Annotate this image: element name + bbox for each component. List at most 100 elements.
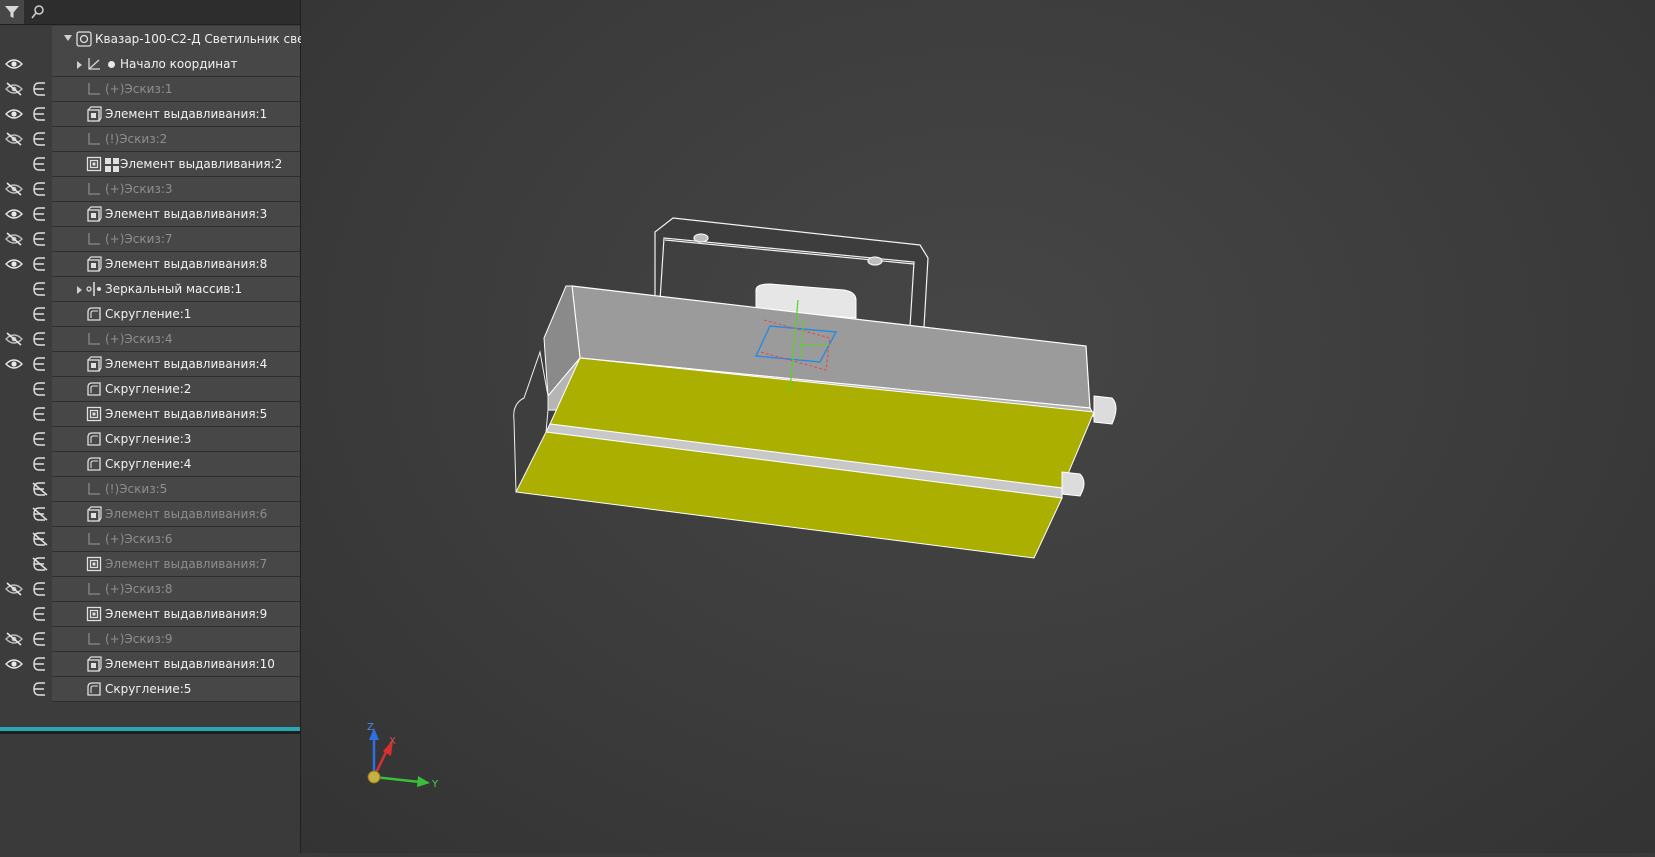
- tree-row[interactable]: (+)Эскиз:8: [0, 577, 300, 602]
- tree-row[interactable]: Скругление:1: [0, 302, 300, 327]
- assembly-icon: [76, 31, 92, 47]
- tree-row[interactable]: (+)Эскиз:6: [0, 527, 300, 552]
- eye-hidden-icon[interactable]: [5, 181, 23, 197]
- include-icon[interactable]: [31, 106, 49, 122]
- excluded-icon[interactable]: [31, 556, 49, 572]
- include-icon[interactable]: [31, 256, 49, 272]
- tree-row[interactable]: Элемент выдавливания:4: [0, 352, 300, 377]
- search-icon[interactable]: [26, 0, 50, 24]
- include-icon[interactable]: [31, 181, 49, 197]
- tree-row[interactable]: (+)Эскиз:4: [0, 327, 300, 352]
- expand-arrow-icon[interactable]: [77, 286, 82, 294]
- eye-hidden-icon[interactable]: [5, 581, 23, 597]
- model-view: Z X Y: [367, 217, 1117, 790]
- tree-row-label: (+)Эскиз:3: [105, 182, 173, 196]
- eye-icon[interactable]: [5, 56, 23, 72]
- excluded-icon[interactable]: [31, 481, 49, 497]
- tree-row[interactable]: Скругление:5: [0, 677, 300, 702]
- include-icon[interactable]: [31, 431, 49, 447]
- include-icon[interactable]: [31, 231, 49, 247]
- include-icon[interactable]: [31, 131, 49, 147]
- include-icon[interactable]: [31, 406, 49, 422]
- include-icon[interactable]: [31, 206, 49, 222]
- include-icon[interactable]: [31, 581, 49, 597]
- eye-icon[interactable]: [5, 356, 23, 372]
- include-icon[interactable]: [31, 606, 49, 622]
- tree-row[interactable]: Скругление:4: [0, 452, 300, 477]
- include-icon[interactable]: [31, 281, 49, 297]
- tree-row[interactable]: Элемент выдавливания:7: [0, 552, 300, 577]
- tree-row[interactable]: (+)Эскиз:1: [0, 77, 300, 102]
- tree-row[interactable]: Элемент выдавливания:6: [0, 502, 300, 527]
- tree-row-label: Скругление:3: [105, 432, 192, 446]
- root-label: Квазар-100-С2-Д Светильник светоди: [95, 32, 335, 46]
- include-icon[interactable]: [31, 331, 49, 347]
- axis-y-label: Y: [431, 779, 439, 790]
- eye-hidden-icon[interactable]: [5, 231, 23, 247]
- tree-toolbar: [0, 0, 300, 25]
- tree-row-label: (+)Эскиз:6: [105, 532, 173, 546]
- root-gutter: [0, 26, 52, 52]
- include-icon[interactable]: [31, 306, 49, 322]
- include-icon[interactable]: [31, 81, 49, 97]
- tree-row[interactable]: Элемент выдавливания:8: [0, 252, 300, 277]
- search-input[interactable]: [50, 0, 300, 24]
- mirror-icon: [86, 281, 102, 297]
- tree-row[interactable]: Элемент выдавливания:1: [0, 102, 300, 127]
- tree-row[interactable]: Элемент выдавливания:10: [0, 652, 300, 677]
- excluded-icon[interactable]: [31, 506, 49, 522]
- eye-icon[interactable]: [5, 106, 23, 122]
- sketch-icon: [86, 181, 102, 197]
- tree-row-label: Элемент выдавливания:3: [105, 207, 268, 221]
- eye-hidden-icon[interactable]: [5, 331, 23, 347]
- fillet-icon: [86, 431, 102, 447]
- eye-hidden-icon[interactable]: [5, 131, 23, 147]
- tree-row-label: (+)Эскиз:1: [105, 82, 173, 96]
- tree-row[interactable]: (!)Эскиз:5: [0, 477, 300, 502]
- tree-row[interactable]: Скругление:3: [0, 427, 300, 452]
- extrude-cut-icon: [86, 556, 102, 572]
- filter-icon[interactable]: [0, 0, 24, 24]
- tree-row[interactable]: Элемент выдавливания:5: [0, 402, 300, 427]
- tree-row-label: Элемент выдавливания:8: [105, 257, 268, 271]
- fillet-icon: [86, 381, 102, 397]
- tree-row-label: (+)Эскиз:8: [105, 582, 173, 596]
- tree-row[interactable]: Элемент выдавливания:3: [0, 202, 300, 227]
- eye-icon[interactable]: [5, 656, 23, 672]
- eye-hidden-icon[interactable]: [5, 81, 23, 97]
- include-icon[interactable]: [31, 656, 49, 672]
- tree-row-label: (+)Эскиз:4: [105, 332, 173, 346]
- include-icon[interactable]: [31, 681, 49, 697]
- tree-row-label: Начало координат: [120, 57, 238, 71]
- tree-row-label: (!)Эскиз:5: [105, 482, 168, 496]
- housing[interactable]: [513, 285, 1117, 559]
- eye-hidden-icon[interactable]: [5, 631, 23, 647]
- include-icon[interactable]: [31, 381, 49, 397]
- sketch-icon: [86, 581, 102, 597]
- tree-row[interactable]: Скругление:2: [0, 377, 300, 402]
- sketch-icon: [86, 631, 102, 647]
- excluded-icon[interactable]: [31, 531, 49, 547]
- eye-icon[interactable]: [5, 206, 23, 222]
- tree-empty-area: [0, 734, 300, 853]
- tree-row[interactable]: (!)Эскиз:2: [0, 127, 300, 152]
- expand-arrow-icon[interactable]: [64, 35, 72, 41]
- tree-row[interactable]: (+)Эскиз:7: [0, 227, 300, 252]
- tree-row-label: (!)Эскиз:2: [105, 132, 168, 146]
- include-icon[interactable]: [31, 456, 49, 472]
- include-icon[interactable]: [31, 156, 49, 172]
- tree-row[interactable]: (+)Эскиз:9: [0, 627, 300, 652]
- tree-row[interactable]: Элемент выдавливания:2: [0, 152, 300, 177]
- tree-row[interactable]: (+)Эскиз:3: [0, 177, 300, 202]
- tree-root-node[interactable]: Квазар-100-С2-Д Светильник светоди: [0, 26, 335, 53]
- tree-row[interactable]: Начало координат: [0, 52, 300, 77]
- 3d-viewport[interactable]: Z X Y: [301, 0, 1655, 853]
- include-icon[interactable]: [31, 631, 49, 647]
- expand-arrow-icon[interactable]: [77, 61, 82, 69]
- tree-row[interactable]: Зеркальный массив:1: [0, 277, 300, 302]
- tree-row[interactable]: Элемент выдавливания:9: [0, 602, 300, 627]
- extrude-icon: [86, 506, 102, 522]
- eye-icon[interactable]: [5, 256, 23, 272]
- include-icon[interactable]: [31, 356, 49, 372]
- extrude-icon: [86, 206, 102, 222]
